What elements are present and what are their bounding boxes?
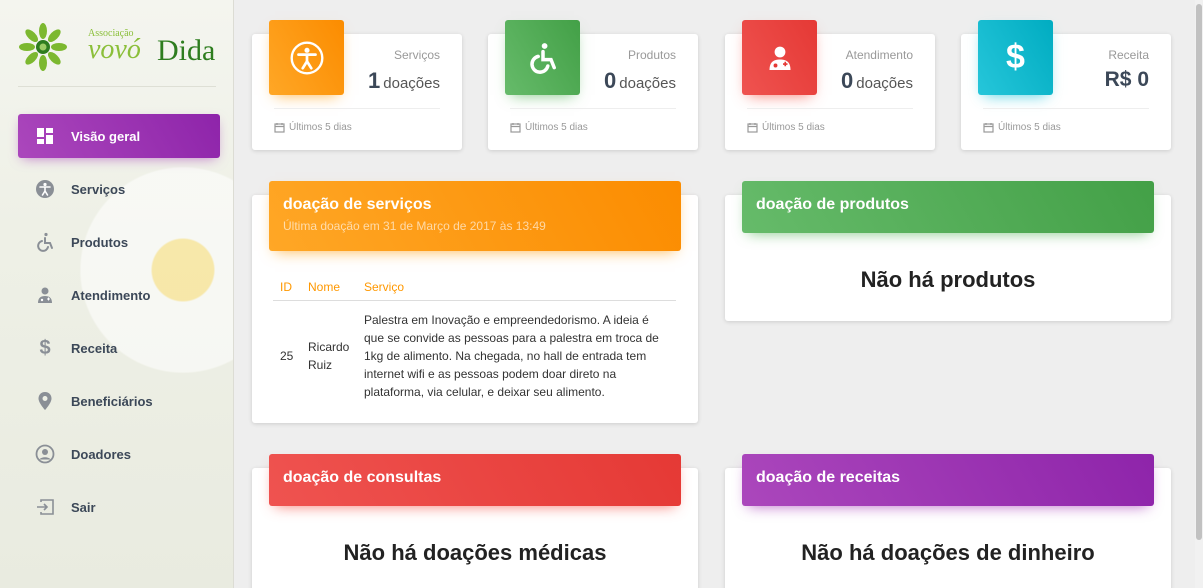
panel-header-servicos: doação de serviços Última doação em 31 d… bbox=[269, 181, 681, 251]
sidebar-item-receita[interactable]: $ Receita bbox=[18, 326, 220, 370]
logo-vovo-text: vovó bbox=[88, 34, 141, 65]
dollar-icon: $ bbox=[39, 336, 51, 359]
sidebar-item-produtos[interactable]: Produtos bbox=[18, 220, 220, 264]
map-pin-icon bbox=[35, 391, 55, 411]
logo-dida-text: Dida bbox=[157, 34, 216, 67]
column-header-id: ID bbox=[273, 275, 301, 301]
stat-footer: Últimos 5 dias bbox=[274, 122, 352, 133]
accessibility-icon bbox=[269, 20, 344, 95]
cell-nome: Ricardo Ruiz bbox=[308, 340, 350, 372]
stat-value: 0 doações bbox=[841, 68, 913, 94]
daisy-logo-icon bbox=[19, 23, 67, 71]
cell-id: 25 bbox=[280, 349, 294, 363]
panel-subtitle: Última doação em 31 de Março de 2017 às … bbox=[283, 219, 546, 233]
dollar-icon: $ bbox=[978, 20, 1053, 95]
stat-footer-text: Últimos 5 dias bbox=[525, 122, 588, 133]
stat-value: 0 doações bbox=[604, 68, 676, 94]
services-table: ID Nome Serviço 25 Ricardo Ruiz Palestra… bbox=[273, 275, 676, 411]
panel-title: doação de serviços bbox=[283, 196, 432, 213]
stat-divider bbox=[983, 108, 1149, 109]
stat-value: R$ 0 bbox=[1104, 68, 1149, 91]
sidebar-nav: Visão geral Serviços Produtos Atendiment… bbox=[18, 114, 220, 538]
column-header-servico: Serviço bbox=[357, 275, 676, 301]
sidebar: Associação vovó Dida Visão geral Serviço… bbox=[0, 0, 234, 588]
calendar-icon bbox=[510, 122, 521, 133]
stat-card-produtos: Produtos 0 doações Últimos 5 dias bbox=[488, 20, 698, 150]
panel-consultas: doação de consultas Não há doações médic… bbox=[252, 454, 698, 588]
stat-card-servicos: Serviços 1 doações Últimos 5 dias bbox=[252, 20, 462, 150]
wheelchair-icon bbox=[35, 232, 55, 252]
sidebar-item-label: Beneficiários bbox=[71, 393, 153, 409]
panel-servicos: doação de serviços Última doação em 31 d… bbox=[252, 181, 698, 423]
panel-produtos: doação de produtos Não há produtos bbox=[725, 181, 1171, 321]
stat-divider bbox=[274, 108, 440, 109]
sidebar-item-label: Receita bbox=[71, 340, 118, 356]
stat-label: Receita bbox=[1108, 48, 1149, 62]
stat-unit: doações bbox=[856, 75, 913, 92]
accessibility-icon bbox=[35, 179, 55, 199]
stat-number: 0 bbox=[604, 68, 617, 93]
empty-message: Não há doações de dinheiro bbox=[801, 540, 1095, 565]
stat-footer-text: Últimos 5 dias bbox=[998, 122, 1061, 133]
calendar-icon bbox=[983, 122, 994, 133]
sidebar-item-label: Serviços bbox=[71, 181, 126, 197]
stat-footer-text: Últimos 5 dias bbox=[762, 122, 825, 133]
sidebar-item-label: Visão geral bbox=[71, 128, 141, 144]
stat-footer: Últimos 5 dias bbox=[983, 122, 1061, 133]
panel-header-consultas: doação de consultas bbox=[269, 454, 681, 506]
stat-unit: doações bbox=[619, 75, 676, 92]
stat-footer: Últimos 5 dias bbox=[510, 122, 588, 133]
stat-number: 0 bbox=[841, 68, 854, 93]
user-circle-icon bbox=[35, 444, 55, 464]
sidebar-item-sair[interactable]: Sair bbox=[18, 485, 220, 529]
sidebar-item-visao-geral[interactable]: Visão geral bbox=[18, 114, 220, 158]
sidebar-item-servicos[interactable]: Serviços bbox=[18, 167, 220, 211]
panel-receitas: doação de receitas Não há doações de din… bbox=[725, 454, 1171, 588]
stat-card-atendimento: Atendimento 0 doações Últimos 5 dias bbox=[725, 20, 935, 150]
panel-header-receitas: doação de receitas bbox=[742, 454, 1154, 506]
exit-icon bbox=[35, 497, 55, 517]
stat-footer: Últimos 5 dias bbox=[747, 122, 825, 133]
calendar-icon bbox=[274, 122, 285, 133]
table-header-row: ID Nome Serviço bbox=[273, 275, 676, 301]
empty-message: Não há doações médicas bbox=[343, 540, 607, 565]
doctor-icon bbox=[35, 285, 55, 305]
sidebar-item-atendimento[interactable]: Atendimento bbox=[18, 273, 220, 317]
stat-footer-text: Últimos 5 dias bbox=[289, 122, 352, 133]
wheelchair-icon bbox=[505, 20, 580, 95]
stat-unit: doações bbox=[383, 75, 440, 92]
logo[interactable]: Associação vovó Dida bbox=[18, 18, 218, 74]
stat-label: Produtos bbox=[627, 48, 676, 62]
sidebar-item-beneficiarios[interactable]: Beneficiários bbox=[18, 379, 220, 423]
scrollbar-thumb[interactable] bbox=[1196, 4, 1202, 540]
panel-title: doação de consultas bbox=[283, 469, 442, 486]
stat-value: 1 doações bbox=[368, 68, 440, 94]
stat-divider bbox=[747, 108, 913, 109]
logo-divider bbox=[18, 86, 216, 87]
stat-number: 1 bbox=[368, 68, 381, 93]
dashboard-icon bbox=[35, 126, 55, 146]
panel-title: doação de produtos bbox=[756, 196, 909, 213]
stat-divider bbox=[510, 108, 676, 109]
scrollbar[interactable] bbox=[1195, 0, 1203, 588]
stat-card-receita: $ Receita R$ 0 Últimos 5 dias bbox=[961, 20, 1171, 150]
sidebar-item-label: Doadores bbox=[71, 446, 131, 462]
column-header-nome: Nome bbox=[301, 275, 357, 301]
panel-header-produtos: doação de produtos bbox=[742, 181, 1154, 233]
sidebar-item-label: Sair bbox=[71, 499, 96, 515]
table-row[interactable]: 25 Ricardo Ruiz Palestra em Inovação e e… bbox=[273, 301, 676, 412]
sidebar-item-label: Produtos bbox=[71, 234, 129, 250]
sidebar-item-label: Atendimento bbox=[71, 287, 151, 303]
calendar-icon bbox=[747, 122, 758, 133]
doctor-icon bbox=[742, 20, 817, 95]
cell-servico: Palestra em Inovação e empreendedorismo.… bbox=[364, 313, 659, 399]
stat-label: Atendimento bbox=[845, 48, 913, 62]
empty-message: Não há produtos bbox=[860, 267, 1036, 292]
panel-title: doação de receitas bbox=[756, 469, 901, 486]
sidebar-item-doadores[interactable]: Doadores bbox=[18, 432, 220, 476]
stat-label: Serviços bbox=[393, 48, 440, 62]
